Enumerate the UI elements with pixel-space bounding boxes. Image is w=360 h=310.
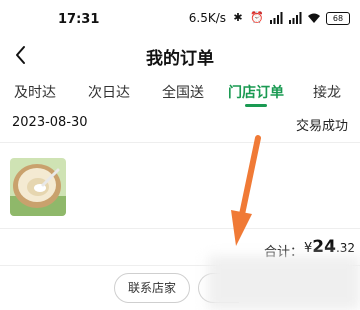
annotation-arrow — [231, 135, 261, 246]
